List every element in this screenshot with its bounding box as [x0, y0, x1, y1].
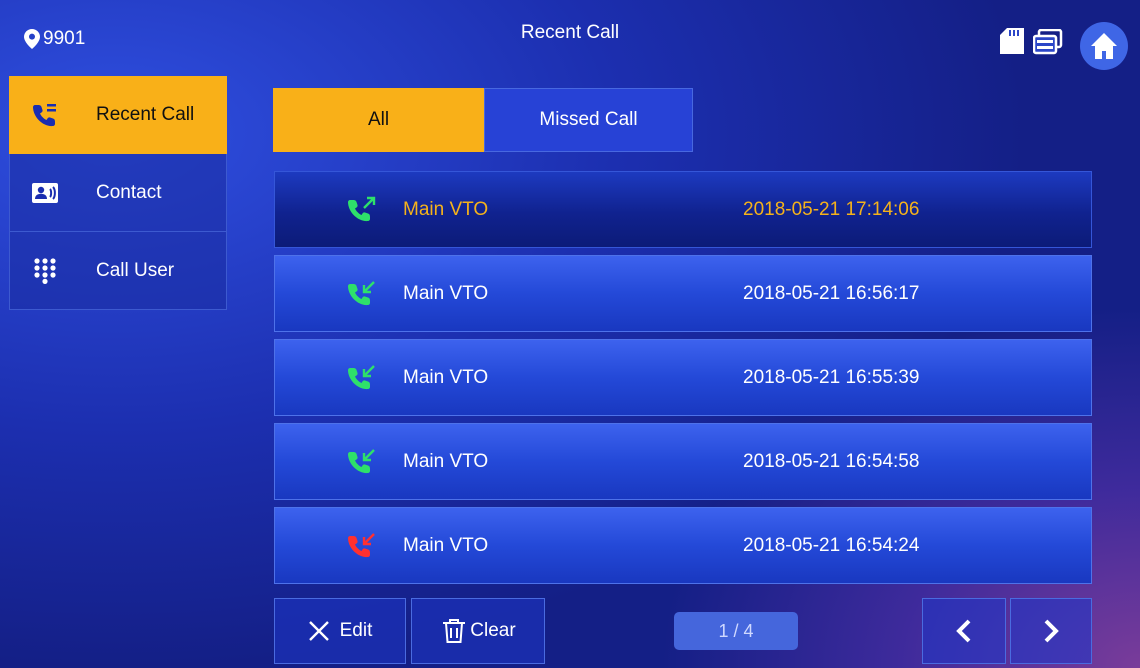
message-windows-icon[interactable]: [1033, 29, 1063, 55]
call-row[interactable]: Main VTO 2018-05-21 17:14:06: [274, 171, 1092, 248]
call-row[interactable]: Main VTO 2018-05-21 16:54:58: [274, 423, 1092, 500]
missed-call-icon: [347, 530, 381, 562]
page-title: Recent Call: [520, 22, 620, 43]
sidebar-item-contact[interactable]: Contact: [9, 154, 227, 232]
caller-name: Main VTO: [403, 198, 489, 220]
contact-card-icon: [10, 182, 80, 203]
call-row[interactable]: Main VTO 2018-05-21 16:54:24: [274, 507, 1092, 584]
sidebar-item-label: Recent Call: [96, 104, 195, 125]
clear-label: Clear: [470, 620, 516, 641]
call-time: 2018-05-21 16:56:17: [743, 282, 920, 304]
call-time: 2018-05-21 16:54:58: [743, 450, 920, 472]
sidebar-item-call-user[interactable]: Call User: [9, 232, 227, 310]
phone-list-icon: [10, 103, 80, 127]
next-page-button[interactable]: [1010, 598, 1092, 664]
outgoing-call-icon: [347, 194, 381, 226]
caller-name: Main VTO: [403, 534, 489, 556]
call-time: 2018-05-21 17:14:06: [743, 198, 920, 220]
caller-name: Main VTO: [403, 366, 489, 388]
incoming-call-icon: [347, 362, 381, 394]
sidebar-item-label: Contact: [96, 181, 162, 203]
home-button[interactable]: [1080, 22, 1128, 70]
sidebar-item-recent-call[interactable]: Recent Call: [9, 76, 227, 154]
incoming-call-icon: [347, 278, 381, 310]
top-bar: 9901 Recent Call: [0, 0, 1140, 70]
home-icon: [1091, 33, 1117, 59]
caller-name: Main VTO: [403, 450, 489, 472]
sidebar: Recent Call Contact Call User: [9, 76, 227, 310]
keypad-icon: [10, 257, 80, 284]
call-time: 2018-05-21 16:55:39: [743, 366, 920, 388]
sidebar-item-label: Call User: [96, 259, 175, 281]
previous-page-button[interactable]: [922, 598, 1006, 664]
call-row[interactable]: Main VTO 2018-05-21 16:56:17: [274, 255, 1092, 332]
caller-name: Main VTO: [403, 282, 489, 304]
sd-card-icon: [1000, 28, 1024, 54]
incoming-call-icon: [347, 446, 381, 478]
edit-button[interactable]: Edit: [274, 598, 406, 664]
call-time: 2018-05-21 16:54:24: [743, 534, 920, 556]
tab-missed-call[interactable]: Missed Call: [484, 88, 693, 152]
trash-icon: [443, 619, 466, 643]
call-row[interactable]: Main VTO 2018-05-21 16:55:39: [274, 339, 1092, 416]
call-filter-tabs: All Missed Call: [273, 88, 693, 152]
clear-button[interactable]: Clear: [411, 598, 545, 664]
chevron-right-icon: [1044, 619, 1059, 643]
call-list: Main VTO 2018-05-21 17:14:06 Main VTO 20…: [274, 171, 1092, 591]
page-indicator: 1 / 4: [674, 612, 798, 650]
chevron-left-icon: [956, 619, 971, 643]
edit-label: Edit: [339, 620, 373, 641]
close-x-icon: [308, 621, 329, 641]
tab-all[interactable]: All: [273, 88, 484, 152]
